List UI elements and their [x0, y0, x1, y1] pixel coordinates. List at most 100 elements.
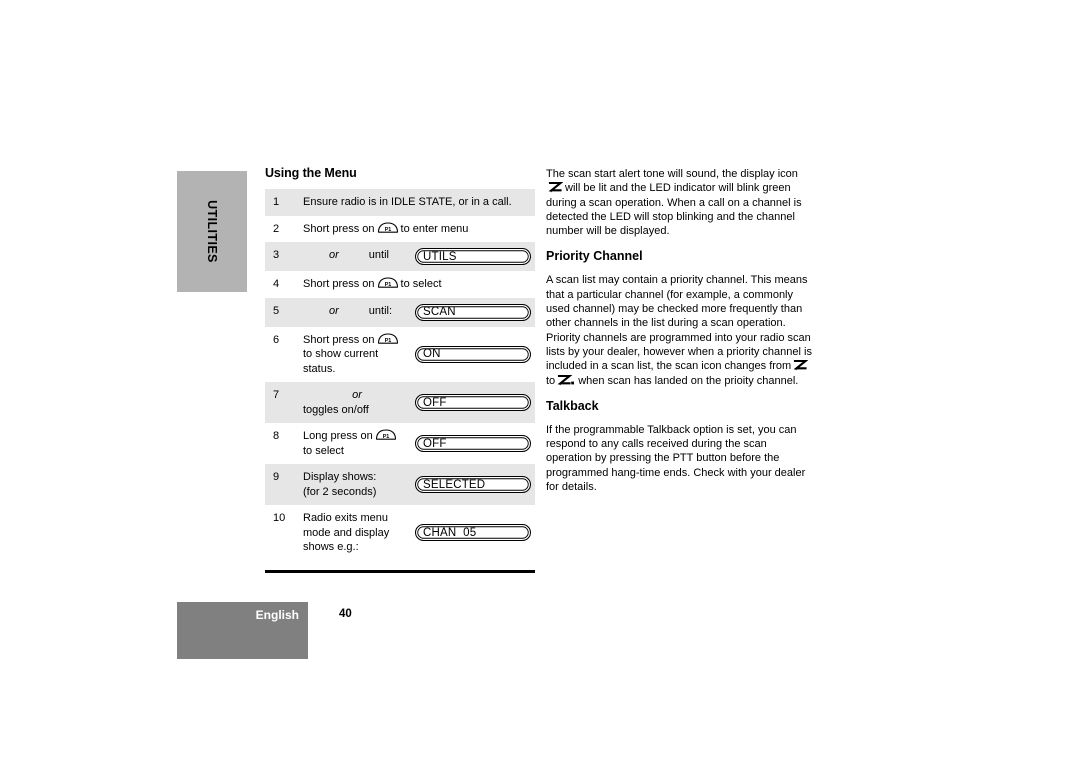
step-text-fragment: until: — [368, 304, 393, 317]
step-number: 8 — [273, 430, 280, 442]
step-text-line: Short press on P1 to enter menu — [303, 221, 527, 237]
step-number: 9 — [273, 471, 280, 483]
step-text-fragment: Long press on — [303, 430, 373, 442]
radio-display-text: CHAN 05 — [423, 526, 477, 539]
radio-display-pill: SCAN — [415, 303, 531, 321]
footer-band: English — [177, 602, 308, 659]
step-text-line: Radio exits menu — [303, 512, 388, 524]
table-row: 5 or until: SCAN — [265, 297, 535, 327]
step-text-line: (for 2 seconds) — [303, 485, 377, 498]
step-text-fragment: Short press on — [303, 278, 375, 290]
step-description: or until: — [303, 298, 415, 327]
radio-display-pill: CHAN 05 — [415, 524, 531, 542]
radio-display-text: OFF — [423, 396, 447, 409]
table-row: 2 Short press on P1 to enter menu — [265, 216, 535, 243]
step-number: 4 — [273, 278, 280, 290]
radio-display-pill: ON — [415, 345, 531, 363]
step-text-line: Short press on P1 to select — [303, 277, 527, 292]
talkback-paragraph: If the programmable Talkback option is s… — [546, 423, 806, 494]
step-description: Long press on P1 to select — [303, 423, 415, 464]
step-text-line: Long press on P1 — [303, 429, 411, 444]
radio-display-text: UTILS — [423, 250, 457, 263]
step-text-line: Ensure radio is in IDLE STATE, or in a c… — [303, 196, 512, 208]
step-display: ON — [415, 327, 535, 383]
step-description: Radio exits menu mode and display shows … — [303, 505, 415, 561]
step-description: Display shows: (for 2 seconds) — [303, 464, 415, 505]
step-text-line: or — [303, 388, 411, 403]
step-description: Short press on P1 to select — [303, 271, 535, 298]
priority-channel-heading: Priority Channel — [546, 249, 643, 264]
step-description: Short press on P1 to show current status. — [303, 327, 415, 383]
step-text-line: mode and display — [303, 526, 390, 539]
radio-display-text: OFF — [423, 437, 447, 450]
chapter-side-tab: UTILITIES — [177, 171, 247, 292]
step-text-line: or until — [303, 248, 411, 263]
step-number: 10 — [273, 512, 286, 524]
table-row: 10 Radio exits menu mode and display sho… — [265, 505, 535, 561]
step-display: CHAN 05 — [415, 505, 535, 561]
svg-text:P1: P1 — [384, 282, 391, 288]
scan-intro-text-part2: will be lit and the LED indicator will b… — [546, 182, 802, 238]
p1-button-icon: P1 — [377, 277, 399, 288]
svg-text:P1: P1 — [384, 227, 391, 233]
step-text-fragment: or — [329, 304, 339, 317]
step-text-fragment: until — [368, 249, 389, 261]
table-row: 9 Display shows: (for 2 seconds) SELECTE… — [265, 464, 535, 505]
step-text-line: to select — [303, 444, 344, 457]
scan-intro-paragraph: The scan start alert tone will sound, th… — [546, 167, 814, 238]
step-text-line: or until: — [303, 304, 411, 319]
table-row: 1 Ensure radio is in IDLE STATE, or in a… — [265, 189, 535, 216]
step-text-fragment: to select — [400, 278, 442, 290]
radio-display-pill: OFF — [415, 435, 531, 452]
table-row: 4 Short press on P1 to select — [265, 271, 535, 298]
step-description: Short press on P1 to enter menu — [303, 216, 535, 243]
scan-icon — [548, 181, 563, 193]
radio-display-text: ON — [423, 348, 441, 361]
step-text-line: Short press on P1 — [303, 332, 411, 348]
step-number: 6 — [273, 333, 280, 346]
svg-text:P1: P1 — [382, 434, 389, 440]
right-column: The scan start alert tone will sound, th… — [546, 167, 814, 505]
step-number: 5 — [273, 304, 280, 317]
scan-priority-icon — [557, 374, 576, 386]
step-text-line: shows e.g.: — [303, 541, 359, 553]
step-display: OFF — [415, 423, 535, 464]
step-display: SELECTED — [415, 464, 535, 505]
step-text-fragment: or — [352, 389, 362, 401]
talkback-heading: Talkback — [546, 398, 599, 413]
chapter-side-tab-label: UTILITIES — [205, 200, 219, 263]
table-bottom-rule — [265, 569, 535, 573]
step-display: OFF — [415, 382, 535, 423]
step-text-line: status. — [303, 362, 336, 375]
radio-display-pill: UTILS — [415, 248, 531, 265]
step-number: 1 — [273, 196, 280, 208]
table-row: 8 Long press on P1 to select OFF — [265, 423, 535, 464]
svg-text:P1: P1 — [384, 338, 391, 344]
step-text-fragment: Short press on — [303, 333, 375, 346]
step-number: 7 — [273, 389, 280, 401]
step-description: or until — [303, 242, 415, 271]
procedure-table: 1 Ensure radio is in IDLE STATE, or in a… — [265, 189, 535, 561]
radio-display-text: SELECTED — [423, 478, 486, 491]
p1-button-icon: P1 — [377, 221, 399, 233]
step-text-line: toggles on/off — [303, 403, 369, 416]
step-text-line: to show current — [303, 348, 379, 360]
step-text-fragment: or — [329, 249, 339, 261]
step-display: SCAN — [415, 298, 535, 327]
step-description: Ensure radio is in IDLE STATE, or in a c… — [303, 189, 535, 216]
table-row: 7 or toggles on/off OFF — [265, 382, 535, 423]
left-column: Using the Menu 1 Ensure radio is in IDLE… — [265, 166, 535, 573]
footer-language-label: English — [255, 608, 299, 622]
step-number: 3 — [273, 249, 280, 261]
step-display: UTILS — [415, 242, 535, 271]
step-number: 2 — [273, 222, 280, 235]
step-text-fragment: Short press on — [303, 222, 375, 235]
p1-button-icon: P1 — [375, 429, 397, 440]
priority-text-part3: when scan has landed on the prioity chan… — [578, 374, 799, 387]
step-text-fragment: to enter menu — [400, 222, 469, 235]
p1-button-icon: P1 — [377, 332, 399, 344]
page-title: Using the Menu — [265, 166, 357, 180]
radio-display-text: SCAN — [423, 306, 456, 318]
table-row: 3 or until UTILS — [265, 242, 535, 271]
priority-text-part2: to — [546, 374, 556, 387]
